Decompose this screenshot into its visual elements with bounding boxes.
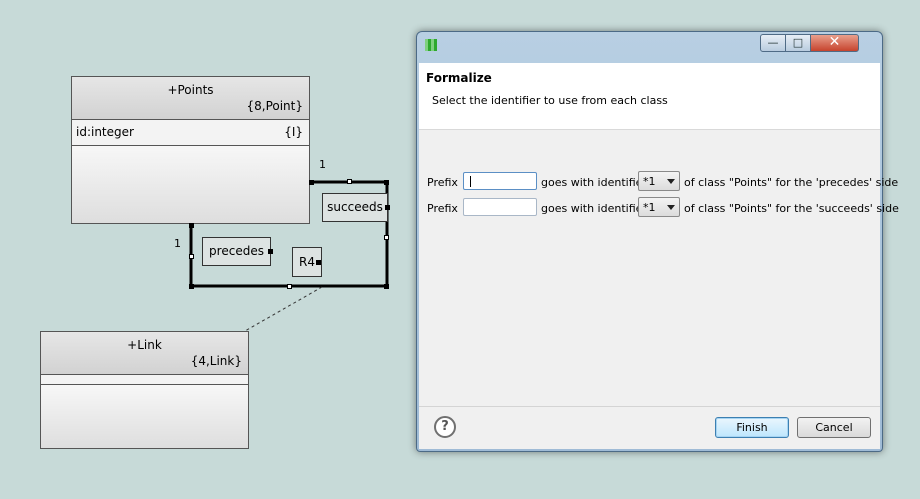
text-cursor <box>470 176 471 187</box>
prefix-label: Prefix <box>427 176 458 189</box>
identifier-value: *1 <box>643 201 656 214</box>
help-icon[interactable]: ? <box>434 416 456 438</box>
chevron-down-icon <box>667 205 675 210</box>
identifier-value: *1 <box>643 175 656 188</box>
selection-handle[interactable] <box>287 284 292 289</box>
dialog-title: Formalize <box>426 71 492 85</box>
selection-handle[interactable] <box>384 180 389 185</box>
of-class-label: of class "Points" for the 'succeeds' sid… <box>684 202 899 215</box>
phrase-precedes[interactable]: precedes <box>202 237 271 266</box>
selection-handle[interactable] <box>385 205 390 210</box>
maximize-button[interactable]: □ <box>785 34 811 52</box>
dialog-message: Select the identifier to use from each c… <box>432 94 668 107</box>
multiplicity-b: 1 <box>174 237 181 250</box>
minimize-icon: — <box>767 36 779 49</box>
identifier-select-precedes[interactable]: *1 <box>638 171 680 191</box>
dialog-client-area: Formalize Select the identifier to use f… <box>419 63 899 449</box>
prefix-label: Prefix <box>427 202 458 215</box>
selection-handle[interactable] <box>384 235 389 240</box>
app-icon <box>425 39 437 51</box>
identifier-select-succeeds[interactable]: *1 <box>638 197 680 217</box>
formalize-dialog: — □ ✕ Formalize Select the identifier to… <box>416 31 899 452</box>
selection-handle[interactable] <box>189 223 194 228</box>
selection-handle[interactable] <box>268 249 273 254</box>
selection-handle[interactable] <box>189 254 194 259</box>
selection-handle[interactable] <box>384 284 389 289</box>
phrase-succeeds[interactable]: succeeds <box>322 193 388 222</box>
goes-with-label: goes with identifier <box>541 176 647 189</box>
close-icon: ✕ <box>828 34 841 50</box>
selection-handle[interactable] <box>347 179 352 184</box>
dialog-titlebar[interactable]: — □ ✕ <box>417 32 882 62</box>
of-class-label: of class "Points" for the 'precedes' sid… <box>684 176 899 189</box>
selection-handle[interactable] <box>189 284 194 289</box>
minimize-button[interactable]: — <box>760 34 786 52</box>
selection-handle[interactable] <box>316 260 321 265</box>
chevron-down-icon <box>667 179 675 184</box>
identifier-row-precedes: Prefix goes with identifier *1 of class … <box>419 171 898 193</box>
prefix-input-succeeds[interactable] <box>463 198 537 216</box>
close-button[interactable]: ✕ <box>810 34 859 52</box>
finish-button[interactable]: Finish <box>715 417 789 438</box>
selection-handle[interactable] <box>309 180 314 185</box>
cancel-button[interactable]: Cancel <box>797 417 871 438</box>
dialog-banner: Formalize Select the identifier to use f… <box>419 63 880 130</box>
prefix-input-precedes[interactable] <box>463 172 537 190</box>
goes-with-label: goes with identifier <box>541 202 647 215</box>
multiplicity-a: 1 <box>319 158 326 171</box>
identifier-row-succeeds: Prefix goes with identifier *1 of class … <box>419 197 899 219</box>
footer-divider <box>419 406 880 407</box>
maximize-icon: □ <box>792 36 804 49</box>
